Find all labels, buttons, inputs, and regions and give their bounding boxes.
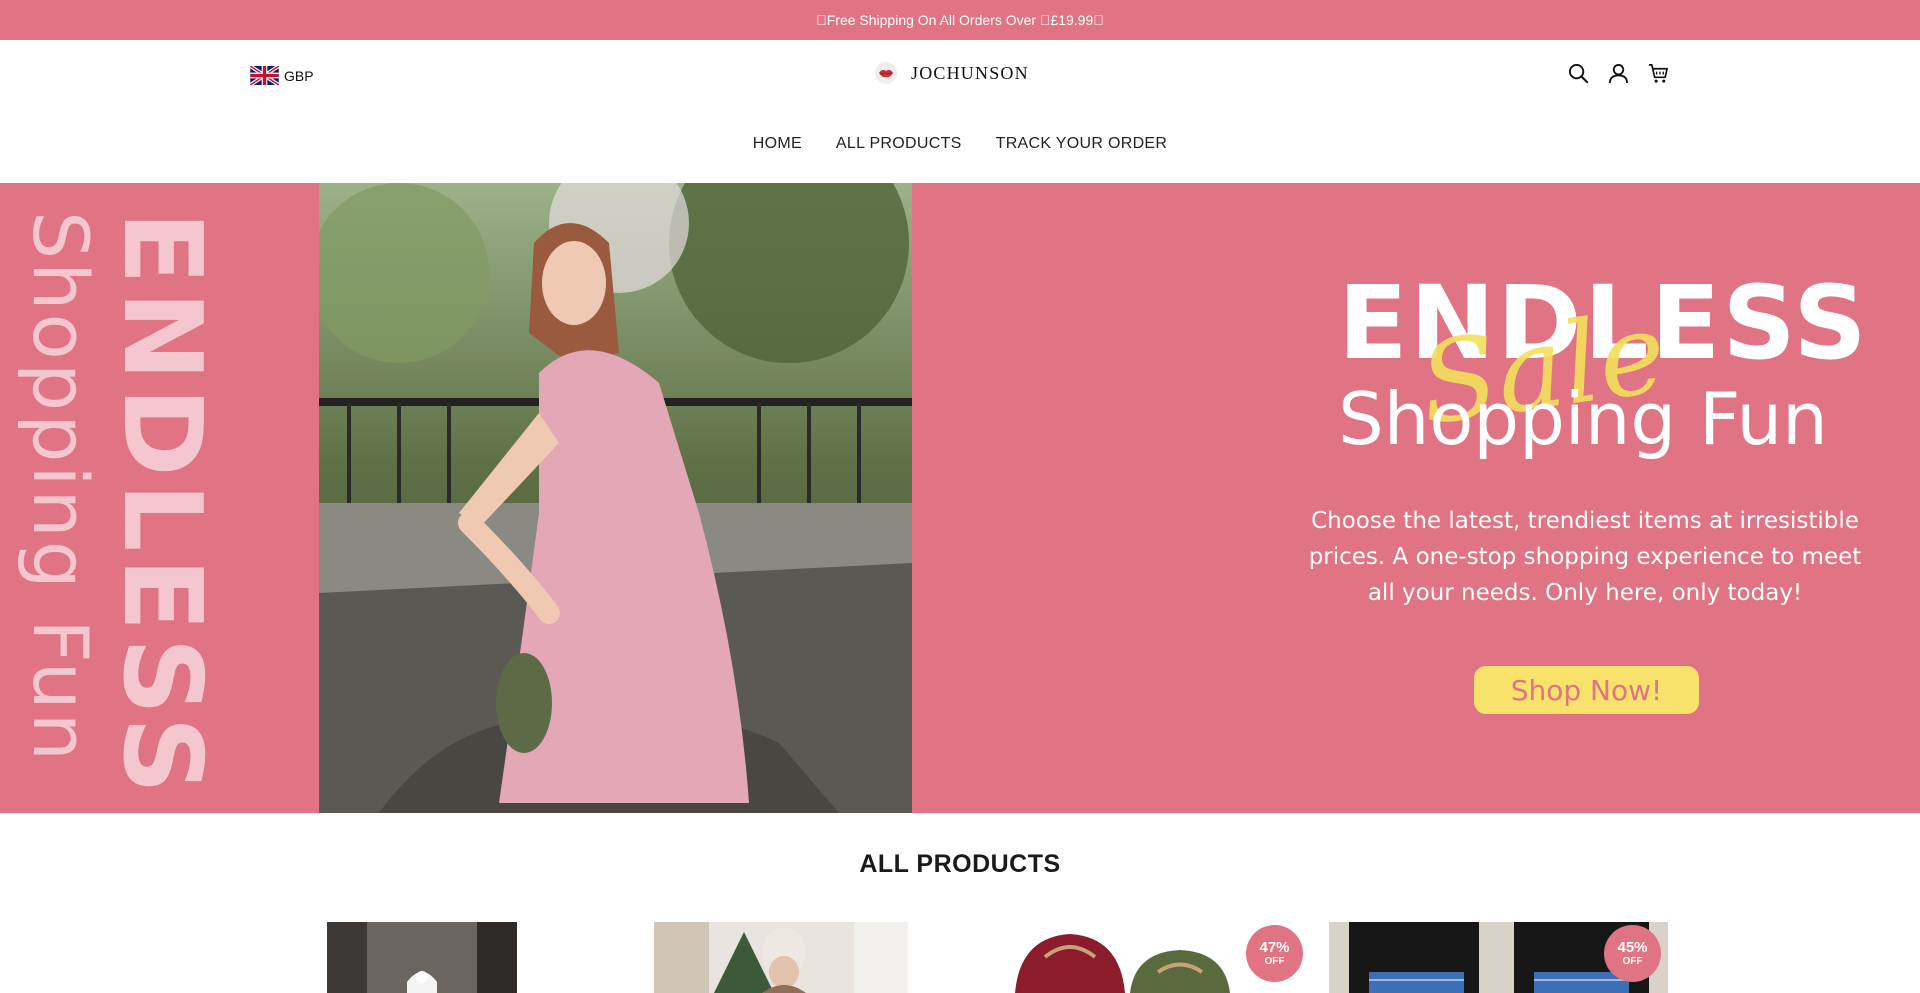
product-image [654, 922, 908, 993]
product-card[interactable]: 47% OFF [1000, 922, 1310, 993]
side-shopping-text: Shopping Fun [16, 211, 105, 764]
hero-photo [319, 183, 912, 813]
product-card[interactable] [327, 922, 517, 993]
shop-now-button[interactable]: Shop Now! [1474, 666, 1699, 714]
search-icon[interactable] [1567, 62, 1589, 84]
announcement-bar:  Free Shipping On All Orders Over  £19.9… [0, 0, 1920, 40]
cart-icon[interactable] [1647, 62, 1669, 84]
account-icon[interactable] [1607, 62, 1629, 84]
hero-banner: ENDLESS Shopping Fun ENDLESS Sale Shoppi… [0, 183, 1920, 813]
product-card[interactable]: 45% OFF [1329, 922, 1668, 993]
discount-percent: 45% [1617, 939, 1648, 956]
discount-off-label: OFF [1622, 956, 1643, 967]
discount-badge: 45% OFF [1604, 925, 1661, 982]
currency-label: GBP [284, 67, 314, 84]
uk-flag-icon [250, 66, 279, 85]
product-image [327, 922, 517, 993]
site-header: GBP JOCHUNSON HOME ALL PRODUCTS TRACK YO… [0, 40, 1920, 183]
nav-home[interactable]: HOME [753, 135, 802, 153]
currency-selector[interactable]: GBP [250, 66, 314, 85]
main-nav: HOME ALL PRODUCTS TRACK YOUR ORDER [0, 135, 1920, 153]
product-card[interactable] [654, 922, 908, 993]
side-endless-text: ENDLESS [99, 211, 224, 801]
discount-percent: 47% [1259, 939, 1290, 956]
header-actions [1567, 62, 1669, 84]
lips-logo-icon [875, 62, 897, 84]
nav-all-products[interactable]: ALL PRODUCTS [836, 135, 962, 153]
discount-badge: 47% OFF [1246, 925, 1303, 982]
nav-track-order[interactable]: TRACK YOUR ORDER [996, 135, 1168, 153]
hero-description: Choose the latest, trendiest items at ir… [1308, 508, 1862, 606]
hero-subheadline: Shopping Fun [1338, 377, 1828, 461]
announcement-text:  Free Shipping On All Orders Over  £19.9… [816, 12, 1104, 28]
section-title: ALL PRODUCTS [859, 850, 1061, 878]
logo-text: JOCHUNSON [911, 62, 1029, 83]
discount-off-label: OFF [1264, 956, 1285, 967]
site-logo[interactable]: JOCHUNSON [875, 62, 1029, 84]
